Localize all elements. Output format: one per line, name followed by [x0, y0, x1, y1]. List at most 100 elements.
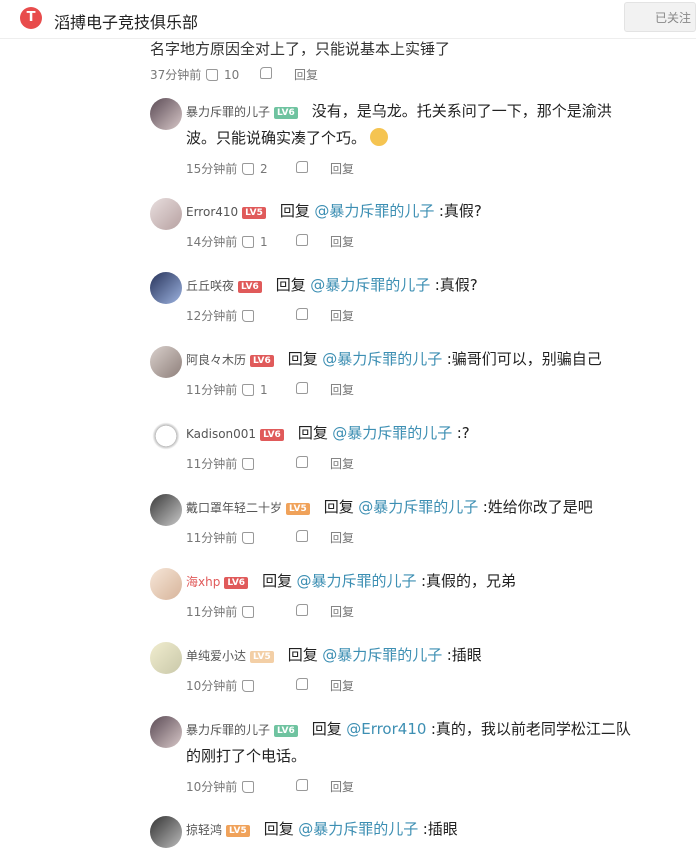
- reply-comment: 戴口罩年轻二十岁 LV5 回复 @暴力斥罪的儿子 :姓给你改了是吧 11分钟前 回复: [150, 494, 690, 546]
- like-button[interactable]: [242, 531, 296, 544]
- like-button[interactable]: [242, 309, 296, 322]
- comment-time: 11分钟前: [186, 457, 238, 471]
- username[interactable]: 暴力斥罪的儿子: [186, 723, 270, 737]
- reply-comment: 海xhp LV6 回复 @暴力斥罪的儿子 :真假的，兄弟 11分钟前 回复: [150, 568, 690, 620]
- mention-link[interactable]: @Error410: [346, 720, 426, 738]
- followed-button[interactable]: 已关注: [624, 2, 696, 32]
- reply-button[interactable]: 回复: [330, 307, 354, 324]
- username[interactable]: 丘丘咲夜: [186, 279, 234, 293]
- like-button[interactable]: [242, 605, 296, 618]
- mention-link[interactable]: @暴力斥罪的儿子: [332, 424, 452, 442]
- dislike-button[interactable]: [296, 234, 330, 249]
- like-button[interactable]: [242, 679, 296, 692]
- dislike-button[interactable]: [296, 678, 330, 693]
- reply-button[interactable]: 回复: [330, 677, 354, 694]
- username[interactable]: 戴口罩年轻二十岁: [186, 501, 282, 515]
- mention-link[interactable]: @暴力斥罪的儿子: [358, 498, 478, 516]
- reply-button[interactable]: 回复: [330, 381, 354, 398]
- comment-body: :真假?: [438, 202, 482, 220]
- dislike-button[interactable]: [296, 779, 330, 794]
- username[interactable]: Error410: [186, 205, 238, 219]
- club-name[interactable]: 滔搏电子竞技俱乐部: [54, 9, 198, 33]
- level-badge: LV5: [286, 503, 310, 515]
- reply-button[interactable]: 回复: [330, 233, 354, 250]
- avatar[interactable]: [150, 98, 182, 130]
- level-badge: LV6: [238, 281, 262, 293]
- avatar[interactable]: [150, 568, 182, 600]
- header-bar: T 滔搏电子竞技俱乐部 已关注: [0, 0, 696, 39]
- comment-meta: 11分钟前 回复: [186, 603, 690, 620]
- like-count: 10: [224, 67, 240, 82]
- thumb-down-icon: [296, 779, 308, 791]
- avatar[interactable]: [150, 420, 182, 452]
- comment-meta: 14分钟前 1 回复: [186, 233, 690, 250]
- avatar[interactable]: [150, 494, 182, 526]
- like-count: 1: [260, 234, 268, 249]
- mention-link[interactable]: @暴力斥罪的儿子: [314, 202, 434, 220]
- reply-prefix: 回复: [287, 350, 318, 368]
- comment-text-partial: 名字地方原因全对上了，只能说基本上实锤了: [150, 40, 451, 58]
- dislike-button[interactable]: [296, 604, 330, 619]
- comment-time: 10分钟前: [186, 679, 238, 693]
- thumb-down-icon: [296, 456, 308, 468]
- dislike-button[interactable]: [296, 456, 330, 471]
- reply-prefix: 回复: [287, 646, 318, 664]
- like-button[interactable]: 1: [242, 235, 296, 249]
- avatar[interactable]: [150, 272, 182, 304]
- username[interactable]: Kadison001: [186, 427, 256, 441]
- comment-time: 15分钟前: [186, 162, 238, 176]
- thumb-up-icon: [242, 457, 254, 470]
- like-button[interactable]: [242, 780, 296, 793]
- like-button[interactable]: 1: [242, 383, 296, 397]
- comment-body-cont: 波。只能说确实凑了个巧。: [186, 129, 367, 147]
- username[interactable]: 单纯爱小达: [186, 649, 246, 663]
- comment-body: :插眼: [446, 646, 482, 664]
- reply-button[interactable]: 回复: [330, 455, 354, 472]
- comment-body: 没有，是乌龙。托关系问了一下，那个是渝洪: [311, 102, 612, 120]
- dislike-button[interactable]: [296, 382, 330, 397]
- like-button[interactable]: [242, 457, 296, 470]
- comment-body: :真的，我以前老同学松江二队: [430, 720, 631, 738]
- avatar[interactable]: [150, 716, 182, 748]
- username[interactable]: 暴力斥罪的儿子: [186, 105, 270, 119]
- username[interactable]: 海xhp: [186, 575, 220, 589]
- reply-button[interactable]: 回复: [294, 66, 318, 83]
- thumb-up-icon: [206, 68, 218, 81]
- reply-prefix: 回复: [275, 276, 306, 294]
- like-button[interactable]: 2: [242, 162, 296, 176]
- level-badge: LV5: [226, 825, 250, 837]
- avatar[interactable]: [150, 198, 182, 230]
- comment-time: 11分钟前: [186, 383, 238, 397]
- reply-prefix: 回复: [311, 720, 342, 738]
- dislike-button[interactable]: [296, 161, 330, 176]
- dislike-button[interactable]: [296, 308, 330, 323]
- comment-time: 12分钟前: [186, 309, 238, 323]
- mention-link[interactable]: @暴力斥罪的儿子: [322, 646, 442, 664]
- username[interactable]: 掠轻鸿: [186, 823, 222, 837]
- reply-comment: 阿良々木历 LV6 回复 @暴力斥罪的儿子 :骗哥们可以，别骗自己 11分钟前 1 …: [150, 346, 690, 398]
- comment-time: 14分钟前: [186, 235, 238, 249]
- mention-link[interactable]: @暴力斥罪的儿子: [310, 276, 430, 294]
- username[interactable]: 阿良々木历: [186, 353, 246, 367]
- avatar[interactable]: [150, 346, 182, 378]
- level-badge: LV6: [250, 355, 274, 367]
- reply-button[interactable]: 回复: [330, 778, 354, 795]
- mention-link[interactable]: @暴力斥罪的儿子: [322, 350, 442, 368]
- mention-link[interactable]: @暴力斥罪的儿子: [298, 820, 418, 838]
- dislike-button[interactable]: [260, 67, 294, 82]
- reply-prefix: 回复: [323, 498, 354, 516]
- thumb-down-icon: [296, 382, 308, 394]
- thumb-down-icon: [296, 604, 308, 616]
- like-button[interactable]: 10: [206, 68, 260, 82]
- mention-link[interactable]: @暴力斥罪的儿子: [297, 572, 417, 590]
- reply-button[interactable]: 回复: [330, 529, 354, 546]
- reply-button[interactable]: 回复: [330, 603, 354, 620]
- avatar[interactable]: [150, 642, 182, 674]
- dislike-button[interactable]: [296, 530, 330, 545]
- comment-body: :真假的，兄弟: [421, 572, 517, 590]
- comment-time: 11分钟前: [186, 531, 238, 545]
- thumb-down-icon: [296, 161, 308, 173]
- reply-button[interactable]: 回复: [330, 160, 354, 177]
- thumb-up-icon: [242, 162, 254, 175]
- avatar[interactable]: [150, 816, 182, 848]
